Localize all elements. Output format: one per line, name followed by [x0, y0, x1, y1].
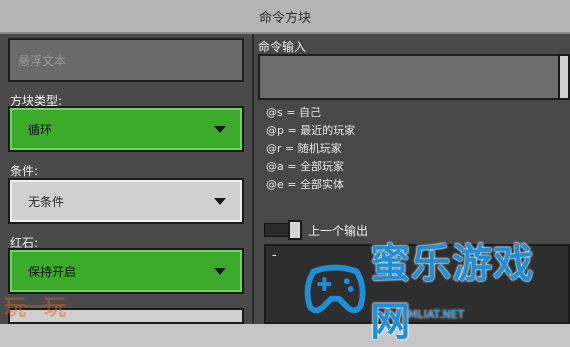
command-expand-button[interactable] — [558, 54, 570, 100]
title-bar: 命令方块 — [0, 0, 570, 34]
selector-item: @e = 全部实体 — [266, 178, 344, 191]
previous-output-toggle[interactable] — [264, 220, 302, 240]
watermark-site-text: MLIAT.NET — [408, 308, 465, 321]
selector-item: @s = 自己 — [266, 106, 321, 119]
selector-item: @p = 最近的玩家 — [266, 124, 356, 137]
condition-value: 无条件 — [28, 194, 65, 209]
selector-item: @a = 全部玩家 — [266, 160, 344, 173]
watermark-brand-text: 蜜乐游戏网 — [370, 241, 535, 345]
selector-help-list: @s = 自己 @p = 最近的玩家 @r = 随机玩家 @a = 全部玩家 @… — [266, 104, 355, 194]
chevron-down-icon — [214, 197, 226, 205]
left-watermark-text: 玩一玩 — [4, 296, 66, 321]
command-input-label: 命令输入 — [258, 40, 307, 54]
gamepad-icon — [304, 264, 366, 314]
toggle-knob[interactable] — [288, 220, 302, 240]
chevron-down-icon — [214, 267, 226, 275]
block-type-value: 循环 — [28, 122, 53, 137]
chevron-down-icon — [214, 125, 226, 133]
hover-text-placeholder: 悬浮文本 — [18, 53, 67, 68]
block-type-dropdown[interactable]: 循环 — [8, 106, 244, 152]
left-watermark-logo: 玩一玩 — [4, 290, 66, 322]
output-text: - — [272, 248, 277, 263]
redstone-dropdown[interactable]: 保持开启 — [8, 248, 244, 294]
command-input[interactable] — [258, 54, 560, 100]
selector-item: @r = 随机玩家 — [266, 142, 342, 155]
previous-output-label: 上一个输出 — [308, 224, 369, 238]
hover-text-input[interactable]: 悬浮文本 — [8, 38, 244, 82]
condition-dropdown[interactable]: 无条件 — [8, 178, 244, 224]
window-title: 命令方块 — [258, 10, 311, 26]
condition-label: 条件: — [10, 164, 39, 178]
redstone-value: 保持开启 — [28, 264, 77, 279]
